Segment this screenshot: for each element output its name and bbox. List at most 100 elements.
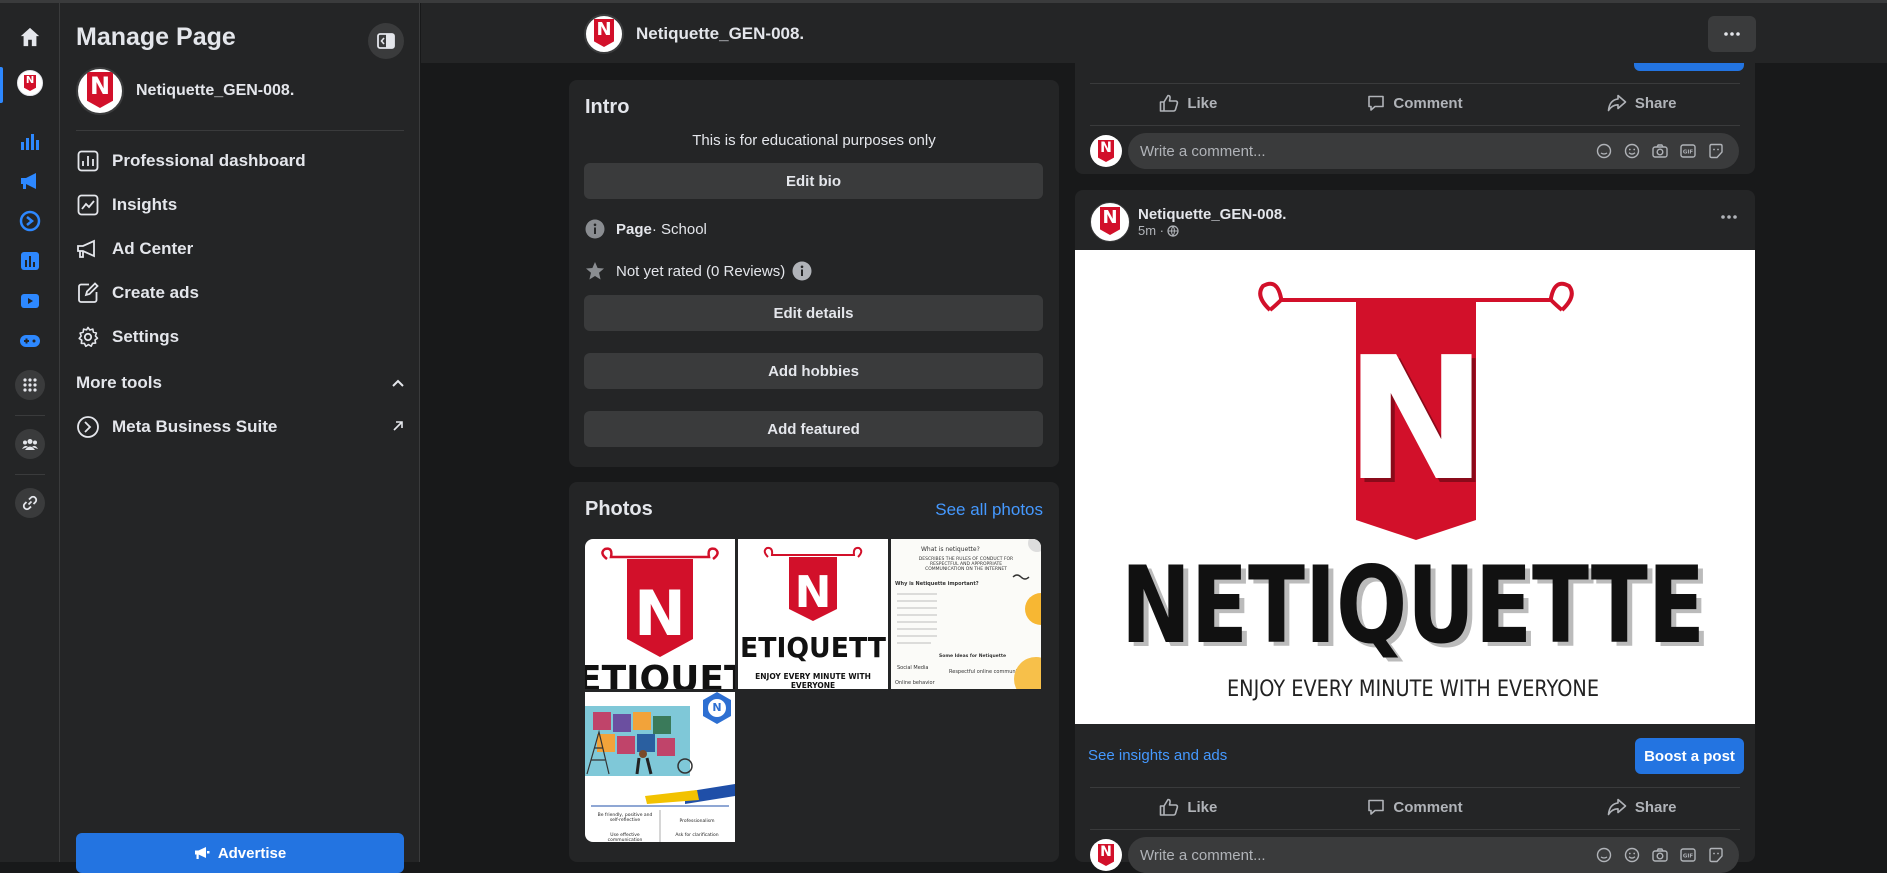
svg-text:N: N [1345,321,1487,519]
boost-post-button[interactable]: Boost a post [1635,738,1744,774]
edit-bio-button[interactable]: Edit bio [584,163,1043,199]
photos-card: Photos See all photos N ETIQUETT N ETIQU… [569,482,1059,862]
header-page-name: Netiquette_GEN-008. [636,24,805,43]
groups-icon[interactable] [0,424,60,464]
rating-row: Not yet rated (0 Reviews) [584,260,823,282]
divider [76,130,404,131]
page-header: N Netiquette_GEN-008. [421,3,1887,63]
analytics-icon[interactable] [0,241,60,281]
rail-divider [15,415,45,416]
comment-icon [1368,799,1385,815]
page-logo-icon: N [17,70,43,96]
camera-icon[interactable] [1651,142,1669,160]
commenter-avatar[interactable]: N [1090,135,1122,167]
comment-icon [1368,95,1385,111]
post-author[interactable]: Netiquette_GEN-008. [1138,206,1286,223]
avatar-sticker-icon[interactable] [1595,846,1613,864]
gear-icon [76,325,100,349]
post-more-button[interactable] [1721,206,1737,224]
gaming-controller-icon[interactable] [0,321,60,361]
info-icon[interactable] [791,260,813,282]
comment-input[interactable]: Write a comment... GIF [1128,837,1739,873]
add-hobbies-button[interactable]: Add hobbies [584,353,1043,389]
post-image[interactable]: N N NETIQUETTE NETIQUETTE ENJOY EVERY MI… [1075,250,1755,724]
post-author-avatar[interactable]: N [1090,202,1130,242]
svg-text:ENJOY EVERY MINUTE WITH EVERYO: ENJOY EVERY MINUTE WITH EVERYONE [1227,677,1599,702]
emoji-icon[interactable] [1623,142,1641,160]
add-featured-button[interactable]: Add featured [584,411,1043,447]
commenter-avatar[interactable]: N [1090,839,1122,871]
sticker-icon[interactable] [1707,142,1725,160]
nav-settings[interactable]: Settings [76,317,406,357]
emoji-icon[interactable] [1623,846,1641,864]
rail-divider [15,474,45,475]
nav-ad-center[interactable]: Ad Center [76,229,406,269]
nav-insights[interactable]: Insights [76,185,406,225]
more-dots-icon [1721,215,1737,219]
share-button[interactable]: Share [1528,83,1755,123]
comment-input[interactable]: Write a comment... GIF [1128,133,1739,169]
home-icon[interactable] [0,17,60,57]
photos-title: Photos [585,498,653,520]
ad-megaphone-icon[interactable] [0,161,60,201]
nav-professional-dashboard[interactable]: Professional dashboard [76,141,406,181]
more-dots-icon [1724,32,1740,36]
comment-composer: N Write a comment... GIF [1090,837,1739,873]
page-name: Netiquette_GEN-008. [136,82,295,99]
edit-details-button[interactable]: Edit details [584,295,1043,331]
share-button[interactable]: Share [1528,787,1755,827]
avatar-sticker-icon[interactable] [1595,142,1613,160]
advertise-button[interactable]: Advertise [76,833,404,873]
divider [1090,125,1740,126]
insights-icon [76,193,100,217]
see-insights-link[interactable]: See insights and ads [1088,747,1227,764]
header-page-identity[interactable]: N Netiquette_GEN-008. [584,14,804,54]
external-link-icon [393,421,403,431]
comment-button[interactable]: Comment [1302,787,1529,827]
like-button[interactable]: Like [1075,787,1302,827]
category-row: Page · School [584,218,707,240]
netiquette-logo-photo: N ETIQUETT [585,547,735,689]
meta-business-suite-icon[interactable] [0,201,60,241]
svg-text:N: N [795,567,832,618]
svg-text:GIF: GIF [1683,854,1694,860]
post-actions: Like Comment Share [1075,787,1755,827]
previous-post-card: Like Comment Share N Write a comment... … [1075,63,1755,174]
see-all-photos-link[interactable]: See all photos [935,500,1043,520]
more-tools-header[interactable]: More tools [76,373,404,393]
photo-thumbnail[interactable]: N Be friendly, positive and self-reflect… [585,692,735,842]
svg-text:NETIQUETTE: NETIQUETTE [1121,544,1705,667]
boost-button-partial[interactable] [1634,63,1744,71]
video-play-icon[interactable] [0,281,60,321]
header-avatar: N [584,14,624,54]
like-button[interactable]: Like [1075,83,1302,123]
nav-create-ads[interactable]: Create ads [76,273,406,313]
chevron-up-icon [392,379,404,387]
nav-meta-business-suite[interactable]: Meta Business Suite [76,407,406,447]
globe-icon [1167,224,1179,237]
collapse-sidebar-button[interactable] [368,23,404,59]
share-icon [1607,798,1627,816]
insights-bar-chart-icon[interactable] [0,121,60,161]
apps-grid-icon[interactable] [0,365,60,405]
header-more-button[interactable] [1708,16,1756,52]
camera-icon[interactable] [1651,846,1669,864]
divider [1090,829,1740,830]
link-icon[interactable] [0,483,60,523]
gif-icon[interactable]: GIF [1679,846,1697,864]
comment-button[interactable]: Comment [1302,83,1529,123]
photo-thumbnail[interactable]: N ETIQUETT ENJOY EVERY MINUTE WITH EVERY… [738,539,888,689]
gif-icon[interactable]: GIF [1679,142,1697,160]
photo-thumbnail[interactable]: N ETIQUETT [585,539,735,689]
sticker-icon[interactable] [1707,846,1725,864]
svg-text:ETIQUETT: ETIQUETT [740,631,886,664]
megaphone-icon [194,847,210,859]
left-icon-rail: N [0,3,60,862]
svg-text:GIF: GIF [1683,150,1694,156]
megaphone-icon [76,237,100,261]
post-timestamp[interactable]: 5m · [1138,223,1286,238]
post-actions: Like Comment Share [1075,83,1755,123]
photo-thumbnail[interactable]: What is netiquette? DESCRIBES THE RULES … [891,539,1041,689]
page-avatar-rail[interactable]: N [0,63,60,103]
page-identity[interactable]: N Netiquette_GEN-008. [76,67,294,115]
